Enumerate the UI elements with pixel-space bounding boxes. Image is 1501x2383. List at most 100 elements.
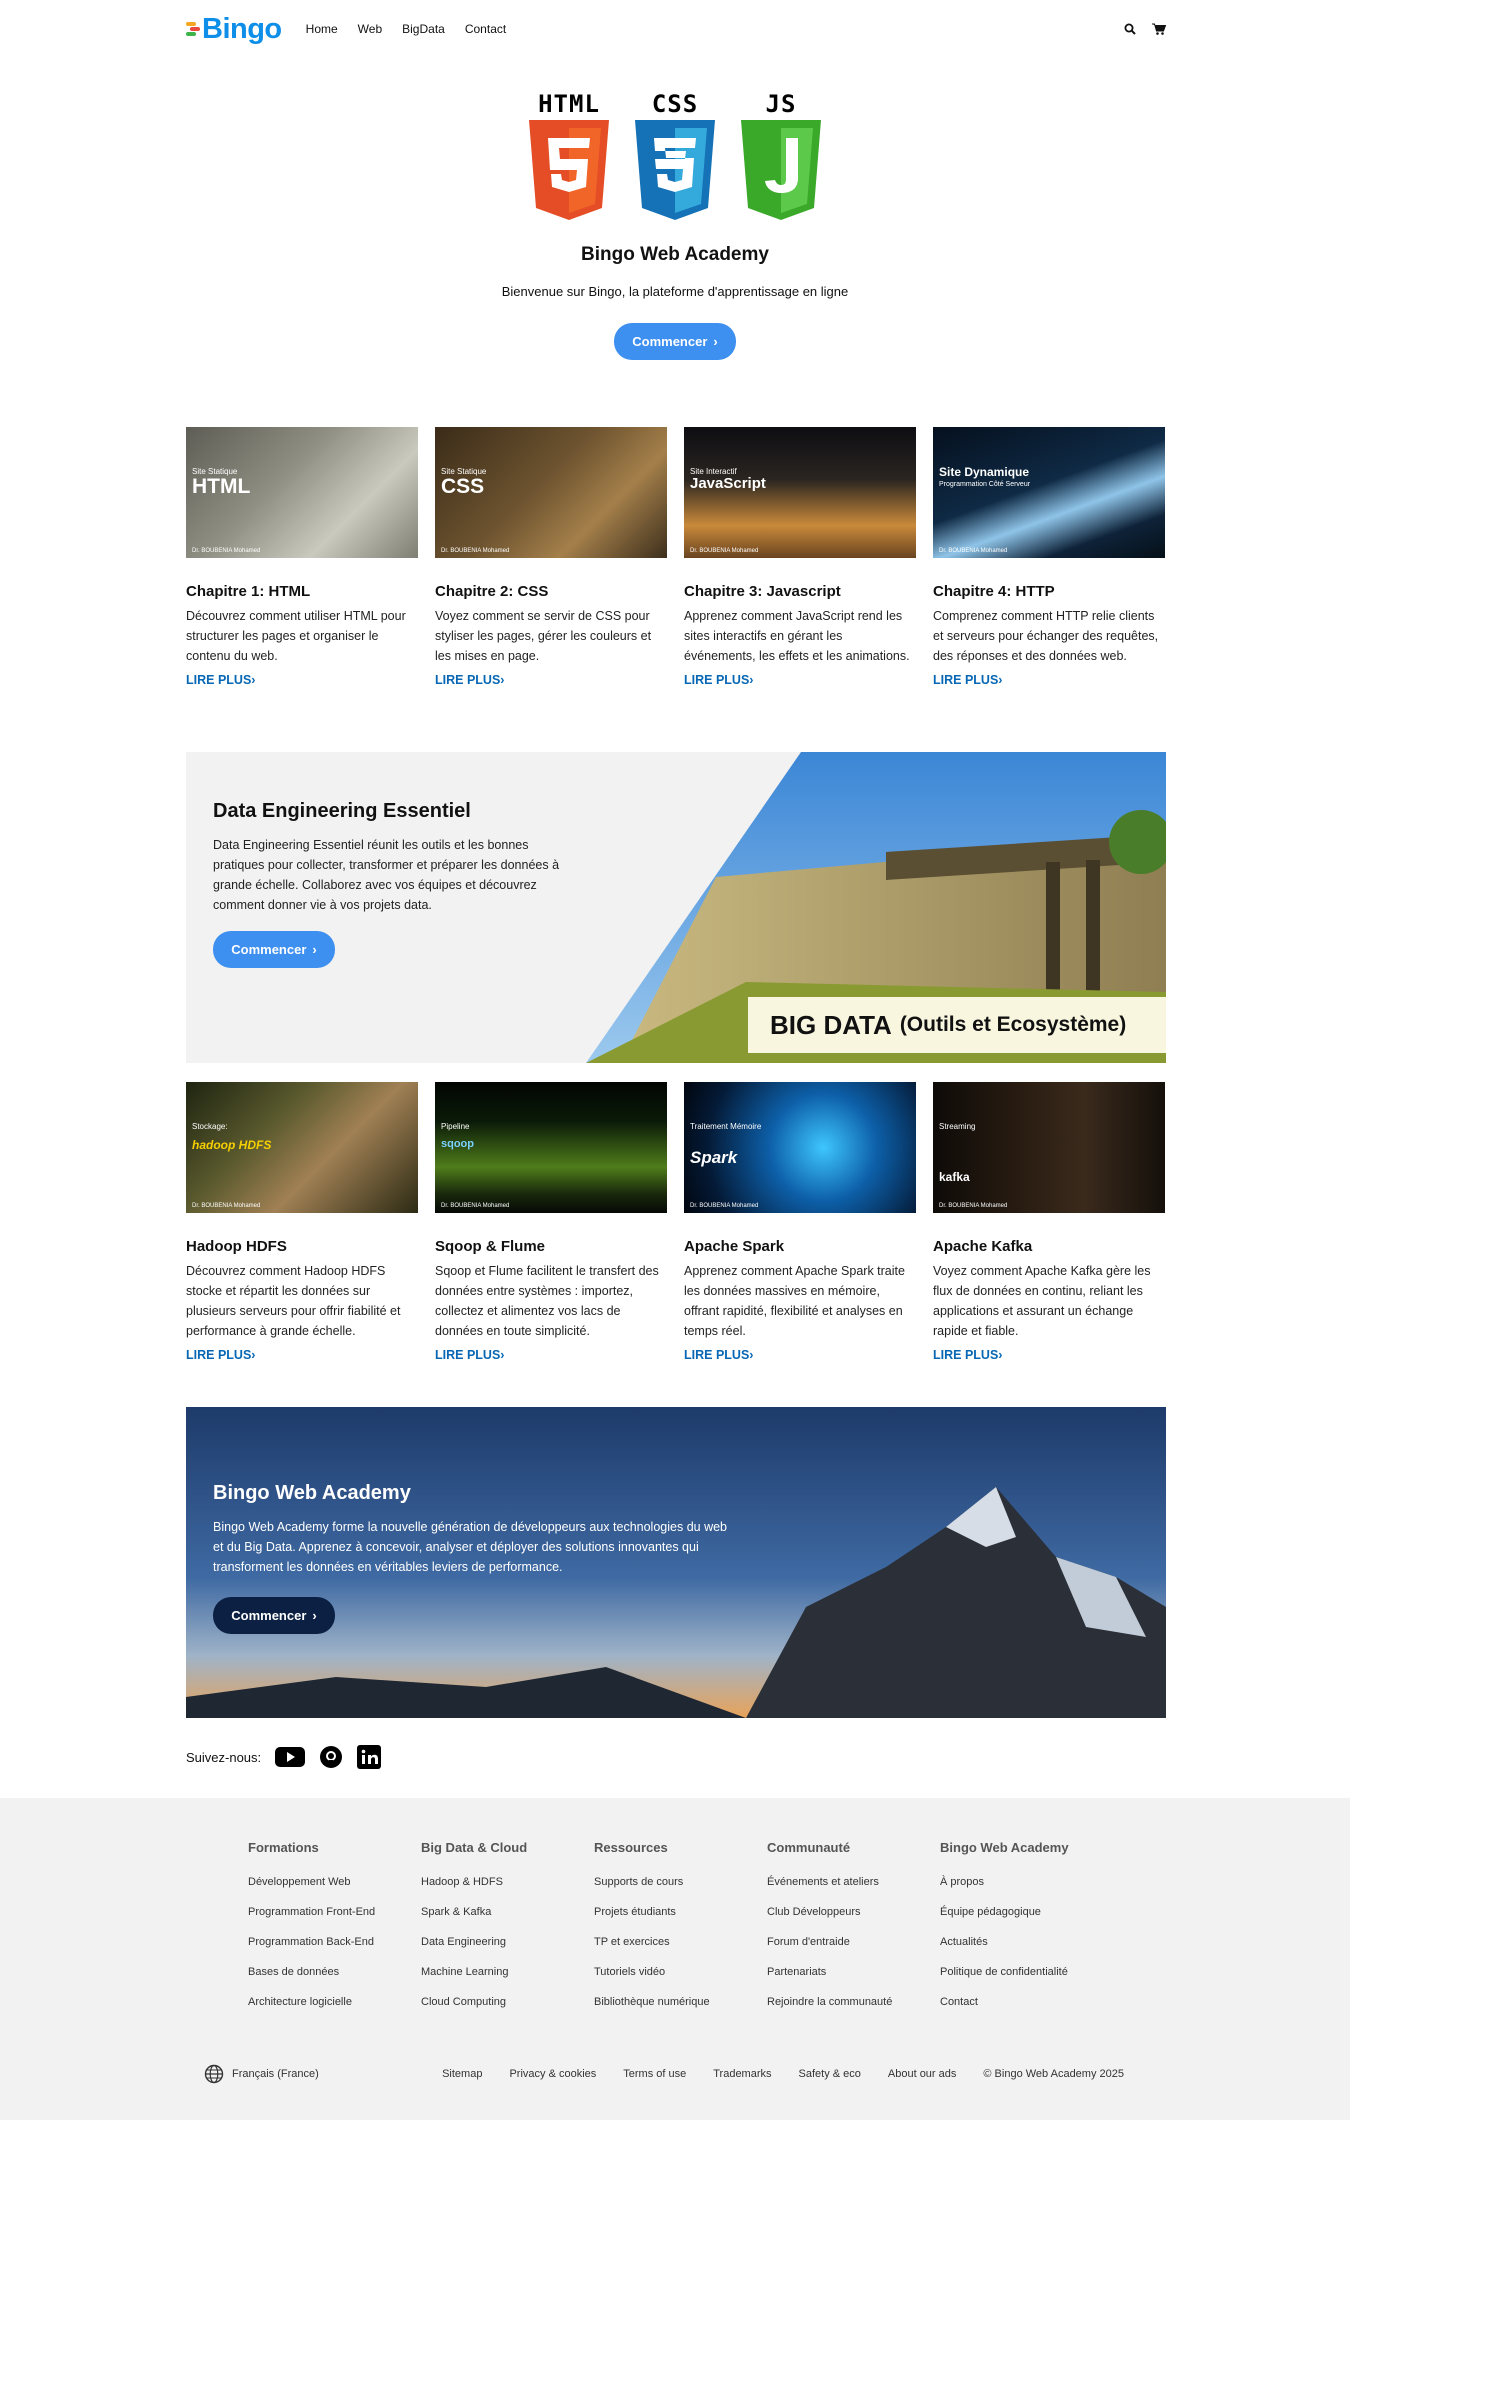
course-thumbnail[interactable]: Traitement Mémoire Spark Dr. BOUBENIA Mo… [684,1082,916,1213]
chevron-right-icon: › [749,673,754,687]
footer-link[interactable]: Spark & Kafka [421,1897,594,1927]
footer-link[interactable]: À propos [940,1867,1113,1897]
footer-bottom-link[interactable]: Safety & eco [799,2068,861,2080]
thumb-tag: Traitement Mémoire [690,1122,762,1131]
link-label: LIRE PLUS [684,1348,750,1362]
course-thumbnail[interactable]: Site Statique HTML Dr. BOUBENIA Mohamed [186,427,418,558]
footer-link[interactable]: Bases de données [248,1957,421,1987]
tech-badges: HTML CSS JS [0,92,1350,222]
card-title: Apache Spark [684,1238,785,1255]
footer-link[interactable]: Architecture logicielle [248,1987,421,2017]
nav-link-home[interactable]: Home [306,22,338,36]
footer-link[interactable]: Tutoriels vidéo [594,1957,767,1987]
read-more-link[interactable]: LIRE PLUS› [933,673,1002,687]
card-text: Découvrez comment utiliser HTML pour str… [186,609,406,663]
youtube-icon[interactable] [275,1747,306,1767]
read-more-link[interactable]: LIRE PLUS› [684,1348,753,1362]
footer-link[interactable]: Équipe pédagogique [940,1897,1113,1927]
course-thumbnail[interactable]: Pipeline sqoop Dr. BOUBENIA Mohamed [435,1082,667,1213]
footer-link[interactable]: Partenariats [767,1957,940,1987]
course-card-spark: Traitement Mémoire Spark Dr. BOUBENIA Mo… [684,1082,916,1364]
logo[interactable]: Bingo [186,13,282,46]
card-text: Comprenez comment HTTP relie clients et … [933,609,1159,663]
nav-link-contact[interactable]: Contact [465,22,506,36]
footer-link[interactable]: Cloud Computing [421,1987,594,2017]
bigdata-course-cards: Stockage: hadoop HDFS Dr. BOUBENIA Moham… [186,1082,1166,1364]
bigdata-start-button[interactable]: Commencer › [213,931,335,968]
footer-link[interactable]: Data Engineering [421,1927,594,1957]
badge-label: HTML [538,90,600,118]
footer-column-title: Communauté [767,1840,851,1855]
bigdata-caption-box: BIG DATA (Outils et Ecosystème) [748,997,1166,1053]
css3-shield-icon [635,120,715,220]
chevron-right-icon: › [998,673,1003,687]
badge-label: CSS [651,90,699,118]
thumb-title: Site Dynamique [939,465,1030,479]
footer-link[interactable]: Programmation Front-End [248,1897,421,1927]
footer-link[interactable]: Événements et ateliers [767,1867,940,1897]
hero-section: HTML CSS JS Bingo Web Academy Bienvenue … [0,92,1350,360]
locale-selector[interactable]: Français (France) [204,2064,319,2084]
cart-icon[interactable] [1152,23,1166,35]
read-more-link[interactable]: LIRE PLUS› [186,1348,255,1362]
footer-link[interactable]: Projets étudiants [594,1897,767,1927]
course-thumbnail[interactable]: Streaming kafka Dr. BOUBENIA Mohamed [933,1082,1165,1213]
card-title: Chapitre 2: CSS [435,583,549,600]
course-card-html: Site Statique HTML Dr. BOUBENIA Mohamed … [186,427,418,689]
footer-link[interactable]: Rejoindre la communauté [767,1987,940,2017]
social-links: Suivez-nous: [186,1745,382,1769]
chevron-right-icon: › [749,1348,754,1362]
footer-column-title: Big Data & Cloud [421,1840,528,1855]
footer-bottom-link[interactable]: Sitemap [442,2068,482,2080]
thumb-author: Dr. BOUBENIA Mohamed [441,1203,510,1209]
footer-link[interactable]: Forum d'entraide [767,1927,940,1957]
footer-column-ressources: Ressources Supports de cours Projets étu… [594,1840,767,2017]
read-more-link[interactable]: LIRE PLUS› [933,1348,1002,1362]
footer-bottom-link[interactable]: Privacy & cookies [509,2068,596,2080]
course-card-sqoop-flume: Pipeline sqoop Dr. BOUBENIA Mohamed Sqoo… [435,1082,667,1364]
read-more-link[interactable]: LIRE PLUS› [435,1348,504,1362]
nav-link-bigdata[interactable]: BigData [402,22,445,36]
footer-link[interactable]: TP et exercices [594,1927,767,1957]
footer-link[interactable]: Politique de confidentialité [940,1957,1113,1987]
footer-link[interactable]: Machine Learning [421,1957,594,1987]
read-more-link[interactable]: LIRE PLUS› [684,673,753,687]
footer-column-title: Ressources [594,1840,668,1855]
course-thumbnail[interactable]: Site Interactif JavaScript Dr. BOUBENIA … [684,427,916,558]
footer-link[interactable]: Contact [940,1987,1113,2017]
link-label: LIRE PLUS [933,673,999,687]
footer-column-title: Formations [248,1840,319,1855]
read-more-link[interactable]: LIRE PLUS› [435,673,504,687]
thumb-author: Dr. BOUBENIA Mohamed [690,548,759,554]
footer-bottom-link[interactable]: Terms of use [623,2068,686,2080]
thumb-author: Dr. BOUBENIA Mohamed [690,1203,759,1209]
nav-link-web[interactable]: Web [358,22,382,36]
linkedin-icon[interactable] [357,1745,382,1769]
footer-column-title: Bingo Web Academy [940,1840,1069,1855]
chevron-right-icon: › [998,1348,1003,1362]
footer-link[interactable]: Programmation Back-End [248,1927,421,1957]
read-more-link[interactable]: LIRE PLUS› [186,673,255,687]
search-icon[interactable] [1124,23,1136,35]
course-thumbnail[interactable]: Stockage: hadoop HDFS Dr. BOUBENIA Moham… [186,1082,418,1213]
thumb-author: Dr. BOUBENIA Mohamed [939,1203,1008,1209]
bigdata-caption-main: BIG DATA [770,1009,892,1040]
footer-link[interactable]: Développement Web [248,1867,421,1897]
course-thumbnail[interactable]: Site Dynamique Programmation Côté Serveu… [933,427,1165,558]
hero-start-button[interactable]: Commencer › [614,323,736,360]
html5-shield-icon [529,120,609,220]
footer-link[interactable]: Bibliothèque numérique [594,1987,767,2017]
footer-bottom-link[interactable]: About our ads [888,2068,957,2080]
footer-link[interactable]: Actualités [940,1927,1113,1957]
github-icon[interactable] [319,1745,343,1769]
footer-bottom-link[interactable]: Trademarks [713,2068,771,2080]
chevron-right-icon: › [500,1348,505,1362]
card-title: Chapitre 4: HTTP [933,583,1055,600]
footer-link[interactable]: Club Développeurs [767,1897,940,1927]
banner-title: Bingo Web Academy [213,1482,411,1504]
course-thumbnail[interactable]: Site Statique CSS Dr. BOUBENIA Mohamed [435,427,667,558]
bigdata-banner: BIG DATA (Outils et Ecosystème) Data Eng… [186,752,1166,1063]
footer-link[interactable]: Supports de cours [594,1867,767,1897]
academy-start-button[interactable]: Commencer › [213,1597,335,1634]
footer-link[interactable]: Hadoop & HDFS [421,1867,594,1897]
